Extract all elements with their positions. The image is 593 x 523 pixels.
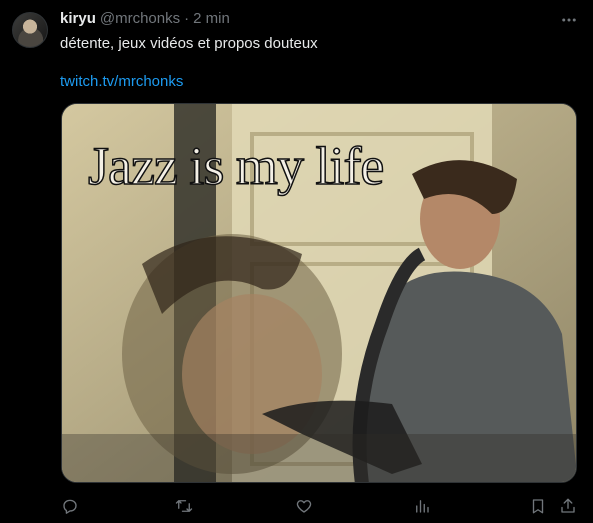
bookmark-button[interactable] bbox=[526, 494, 550, 518]
tweet-text: détente, jeux vidéos et propos douteux bbox=[60, 35, 318, 52]
views-button[interactable] bbox=[410, 494, 434, 518]
handle[interactable]: @mrchonks bbox=[100, 9, 180, 29]
like-button[interactable] bbox=[292, 494, 316, 518]
share-button[interactable] bbox=[556, 494, 580, 518]
more-horizontal-icon bbox=[562, 18, 576, 22]
timestamp[interactable]: 2 min bbox=[193, 9, 230, 29]
separator-dot: · bbox=[184, 10, 190, 27]
tweet-header: kiryu @mrchonks · 2 min bbox=[60, 9, 230, 29]
heart-icon bbox=[296, 500, 312, 513]
analytics-icon bbox=[416, 500, 429, 513]
tweet-media[interactable]: Jazz is my life bbox=[61, 103, 577, 483]
more-icon[interactable] bbox=[559, 10, 579, 30]
share-icon bbox=[561, 498, 575, 513]
avatar[interactable] bbox=[12, 12, 48, 48]
twitch-link[interactable]: twitch.tv/mrchonks bbox=[60, 72, 183, 92]
tweet: kiryu @mrchonks · 2 min détente, jeux vi… bbox=[0, 0, 593, 523]
media-overlay-caption: Jazz is my life bbox=[87, 135, 385, 197]
action-bar bbox=[60, 494, 580, 518]
bookmark-icon bbox=[532, 499, 544, 514]
retweet-icon bbox=[175, 500, 193, 512]
reply-icon bbox=[63, 499, 77, 514]
display-name[interactable]: kiryu bbox=[60, 9, 96, 29]
retweet-button[interactable] bbox=[172, 494, 196, 518]
reply-button[interactable] bbox=[58, 494, 82, 518]
